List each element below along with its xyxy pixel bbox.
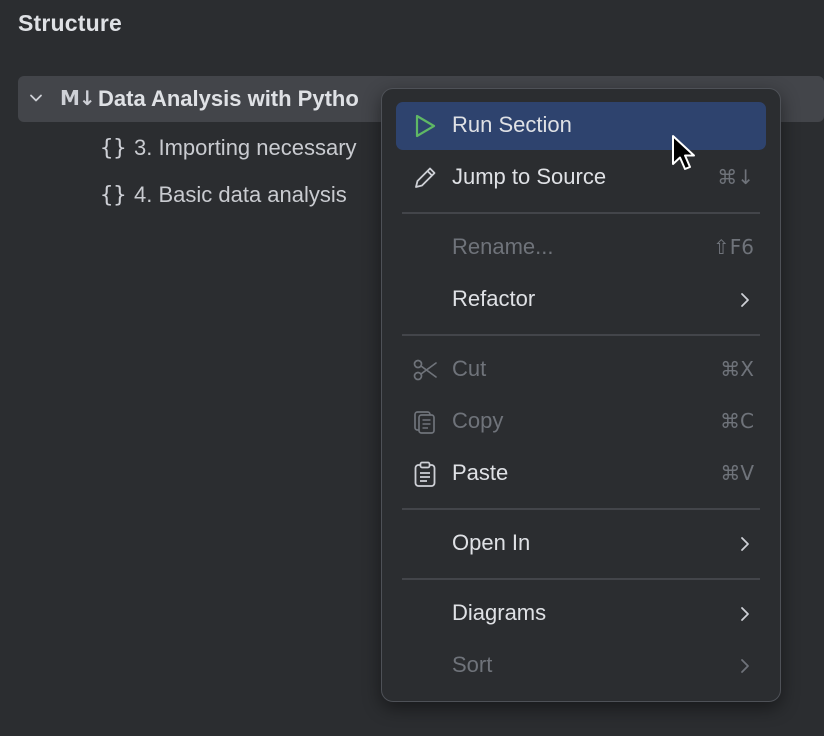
chevron-down-icon[interactable] [28, 90, 44, 106]
clipboard-icon [412, 461, 438, 487]
menu-item-refactor[interactable]: Refactor [396, 276, 766, 324]
menu-item-label: Cut [452, 356, 487, 381]
menu-item-jump-to-source[interactable]: Jump to Source ⌘↓ [396, 154, 766, 202]
shortcut-label: ⌘X [720, 357, 754, 381]
menu-item-label: Jump to Source [452, 164, 607, 189]
copy-icon [412, 409, 438, 435]
menu-item-label: Copy [452, 408, 504, 433]
braces-icon: {} [100, 135, 127, 161]
chevron-right-icon [741, 537, 749, 551]
mouse-cursor-icon [672, 135, 695, 170]
chevron-right-icon [741, 293, 749, 307]
chevron-right-icon [741, 607, 749, 621]
tree-item-label: 3. Importing necessary [134, 135, 357, 160]
menu-item-rename[interactable]: Rename... ⇧F6 [396, 224, 766, 272]
shortcut-label: ⇧F6 [713, 235, 754, 259]
braces-icon: {} [100, 182, 127, 208]
structure-panel: Structure M↓ Data Analysis with Pytho {}… [0, 0, 824, 736]
scissors-icon [412, 357, 438, 383]
menu-separator [402, 334, 760, 336]
panel-title: Structure [18, 10, 123, 36]
menu-separator [402, 508, 760, 510]
shortcut-label: ⌘↓ [717, 165, 754, 189]
tree-item[interactable]: {} 3. Importing necessary [100, 128, 357, 168]
shortcut-label: ⌘C [720, 409, 754, 433]
pencil-icon [412, 165, 438, 191]
menu-item-copy[interactable]: Copy ⌘C [396, 398, 766, 446]
tree-item[interactable]: {} 4. Basic data analysis [100, 175, 347, 215]
tree-item-label: 4. Basic data analysis [134, 182, 347, 207]
menu-item-label: Sort [452, 652, 493, 677]
menu-item-diagrams[interactable]: Diagrams [396, 590, 766, 638]
markdown-icon: M↓ [60, 86, 96, 110]
menu-item-cut[interactable]: Cut ⌘X [396, 346, 766, 394]
menu-item-run-section[interactable]: Run Section [396, 102, 766, 150]
menu-separator [402, 212, 760, 214]
menu-item-label: Refactor [452, 286, 536, 311]
menu-item-label: Open In [452, 530, 531, 555]
chevron-right-icon [741, 659, 749, 673]
run-icon [412, 113, 438, 139]
menu-item-label: Paste [452, 460, 509, 485]
menu-item-paste[interactable]: Paste ⌘V [396, 450, 766, 498]
menu-item-label: Run Section [452, 112, 572, 137]
menu-item-open-in[interactable]: Open In [396, 520, 766, 568]
shortcut-label: ⌘V [720, 461, 754, 485]
context-menu: Run Section Jump to Source ⌘↓ Rename... … [381, 88, 781, 702]
tree-root-label: Data Analysis with Pytho [98, 86, 359, 111]
menu-item-label: Diagrams [452, 600, 547, 625]
menu-item-label: Rename... [452, 234, 554, 259]
menu-separator [402, 578, 760, 580]
menu-item-sort[interactable]: Sort [396, 642, 766, 690]
